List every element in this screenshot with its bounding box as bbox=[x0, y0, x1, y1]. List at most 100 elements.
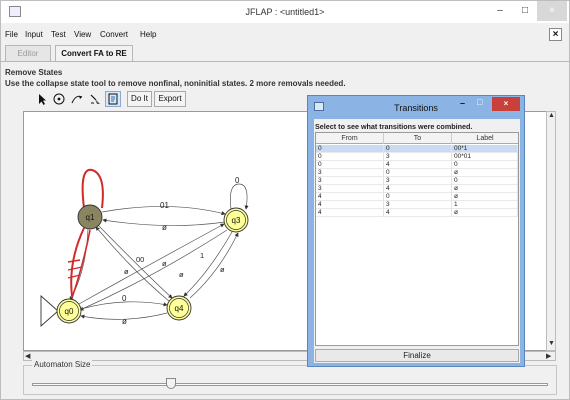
do-it-button[interactable]: Do It bbox=[127, 91, 152, 107]
dialog-minimize-button[interactable]: – bbox=[460, 98, 465, 108]
table-cell-to: 0 bbox=[384, 193, 452, 201]
deleter-tool-icon[interactable] bbox=[87, 91, 103, 107]
column-label[interactable]: Label bbox=[452, 133, 518, 144]
dialog-close-button[interactable]: × bbox=[492, 97, 520, 111]
label-diag-d: ø bbox=[179, 270, 184, 279]
collapse-state-tool-icon[interactable] bbox=[105, 91, 121, 107]
menu-view[interactable]: View bbox=[74, 30, 91, 39]
panel-divider bbox=[1, 61, 569, 62]
export-button[interactable]: Export bbox=[154, 91, 186, 107]
table-row[interactable]: 40ø bbox=[316, 193, 518, 201]
finalize-button[interactable]: Finalize bbox=[315, 349, 519, 362]
table-cell-from: 3 bbox=[316, 185, 384, 193]
table-cell-from: 0 bbox=[316, 145, 384, 153]
label-diag-b: 00 bbox=[136, 255, 144, 264]
table-cell-label: 00*01 bbox=[452, 153, 518, 161]
minimize-button[interactable]: – bbox=[487, 1, 513, 21]
table-cell-to: 4 bbox=[384, 209, 452, 217]
maximize-button[interactable]: □ bbox=[512, 1, 538, 21]
close-button[interactable]: × bbox=[537, 1, 567, 21]
column-to[interactable]: To bbox=[384, 133, 452, 144]
state-q4-label: q4 bbox=[175, 304, 184, 313]
automaton-size-track[interactable] bbox=[32, 383, 548, 386]
arrow-tool-icon[interactable] bbox=[33, 91, 49, 107]
label-diag-e: 1 bbox=[200, 251, 204, 260]
table-row[interactable]: 44ø bbox=[316, 209, 518, 217]
label-q3-loop: 0 bbox=[235, 176, 240, 185]
table-cell-from: 4 bbox=[316, 201, 384, 209]
table-row[interactable]: 34ø bbox=[316, 185, 518, 193]
edge-q4-q1[interactable] bbox=[95, 226, 171, 303]
tab-editor[interactable]: Editor bbox=[5, 45, 51, 61]
table-cell-to: 3 bbox=[384, 153, 452, 161]
menu-bar: File Input Test View Convert Help × bbox=[1, 28, 569, 42]
table-row[interactable]: 330 bbox=[316, 177, 518, 185]
table-cell-to: 3 bbox=[384, 177, 452, 185]
table-cell-label: 0 bbox=[452, 177, 518, 185]
table-cell-label: ø bbox=[452, 193, 518, 201]
title-bar: JFLAP : <untitled1> – □ × bbox=[1, 1, 569, 23]
menu-convert[interactable]: Convert bbox=[100, 30, 128, 39]
transition-tool-icon[interactable] bbox=[69, 91, 85, 107]
table-cell-to: 3 bbox=[384, 201, 452, 209]
state-q0[interactable]: q0 bbox=[56, 298, 82, 324]
highlight-q0-q1 bbox=[71, 229, 91, 299]
state-tool-icon[interactable] bbox=[51, 91, 67, 107]
label-q4-q0: ø bbox=[122, 317, 127, 326]
tab-convert-fa-to-re[interactable]: Convert FA to RE bbox=[55, 45, 133, 61]
state-q1-label: q1 bbox=[86, 213, 95, 222]
dialog-maximize-button[interactable]: □ bbox=[477, 97, 482, 107]
dialog-body: Select to see what transitions were comb… bbox=[314, 119, 520, 363]
table-row[interactable]: 040 bbox=[316, 161, 518, 169]
menu-file[interactable]: File bbox=[5, 30, 18, 39]
label-diag-a: ø bbox=[124, 267, 129, 276]
table-cell-label: 0 bbox=[452, 161, 518, 169]
transitions-table: From To Label 0 0 00*1 0 3 00*01 0 4 0 3 0 ø 3 3 0 3 4 ø 4… bbox=[315, 132, 519, 346]
table-row[interactable]: 30ø bbox=[316, 169, 518, 177]
table-cell-from: 3 bbox=[316, 177, 384, 185]
transitions-dialog: Transitions – □ × Select to see what tra… bbox=[307, 95, 525, 367]
table-cell-label: 1 bbox=[452, 201, 518, 209]
table-cell-label: ø bbox=[452, 185, 518, 193]
menu-test[interactable]: Test bbox=[51, 30, 66, 39]
scroll-left-icon[interactable]: ◀ bbox=[25, 352, 30, 360]
table-cell-from: 3 bbox=[316, 169, 384, 177]
label-diag-c: ø bbox=[162, 259, 167, 268]
edge-q4-q3[interactable] bbox=[189, 232, 239, 299]
scroll-down-icon[interactable]: ▼ bbox=[548, 340, 555, 347]
menu-input[interactable]: Input bbox=[25, 30, 43, 39]
scroll-up-icon[interactable]: ▲ bbox=[548, 112, 555, 119]
jflap-window: JFLAP : <untitled1> – □ × File Input Tes… bbox=[0, 0, 570, 400]
state-q1[interactable]: q1 bbox=[77, 204, 103, 230]
table-cell-label: ø bbox=[452, 169, 518, 177]
table-cell-from: 4 bbox=[316, 209, 384, 217]
table-row[interactable]: 0 3 00*01 bbox=[316, 153, 518, 161]
table-cell-to: 4 bbox=[384, 161, 452, 169]
table-cell-label: ø bbox=[452, 209, 518, 217]
table-row[interactable]: 431 bbox=[316, 201, 518, 209]
label-diag-f: ø bbox=[220, 265, 225, 274]
state-q4[interactable]: q4 bbox=[166, 295, 192, 321]
label-q1-q3: 01 bbox=[160, 201, 169, 210]
automaton-size-group: Automaton Size bbox=[23, 360, 557, 395]
state-q3[interactable]: q3 bbox=[223, 207, 249, 233]
highlight-scribble bbox=[67, 259, 83, 279]
automaton-size-thumb[interactable] bbox=[166, 378, 176, 389]
table-row[interactable]: 0 0 00*1 bbox=[316, 145, 518, 153]
table-cell-from: 0 bbox=[316, 153, 384, 161]
close-document-button[interactable]: × bbox=[549, 28, 562, 41]
vertical-scrollbar[interactable]: ▲ ▼ bbox=[546, 111, 556, 351]
edge-q3-loop[interactable] bbox=[230, 183, 249, 210]
menu-help[interactable]: Help bbox=[140, 30, 156, 39]
highlight-q1-loop bbox=[81, 168, 104, 209]
edge-q3-q0[interactable] bbox=[79, 229, 228, 311]
dialog-hint: Select to see what transitions were comb… bbox=[315, 122, 473, 131]
initial-arrow bbox=[40, 295, 59, 327]
state-q0-label: q0 bbox=[65, 307, 74, 316]
panel-title: Remove States bbox=[5, 68, 63, 77]
window-title: JFLAP : <untitled1> bbox=[245, 7, 325, 17]
state-q3-label: q3 bbox=[232, 216, 241, 225]
edge-q0-q3[interactable] bbox=[78, 223, 225, 305]
scroll-right-icon[interactable]: ▶ bbox=[546, 352, 551, 360]
column-from[interactable]: From bbox=[316, 133, 384, 144]
